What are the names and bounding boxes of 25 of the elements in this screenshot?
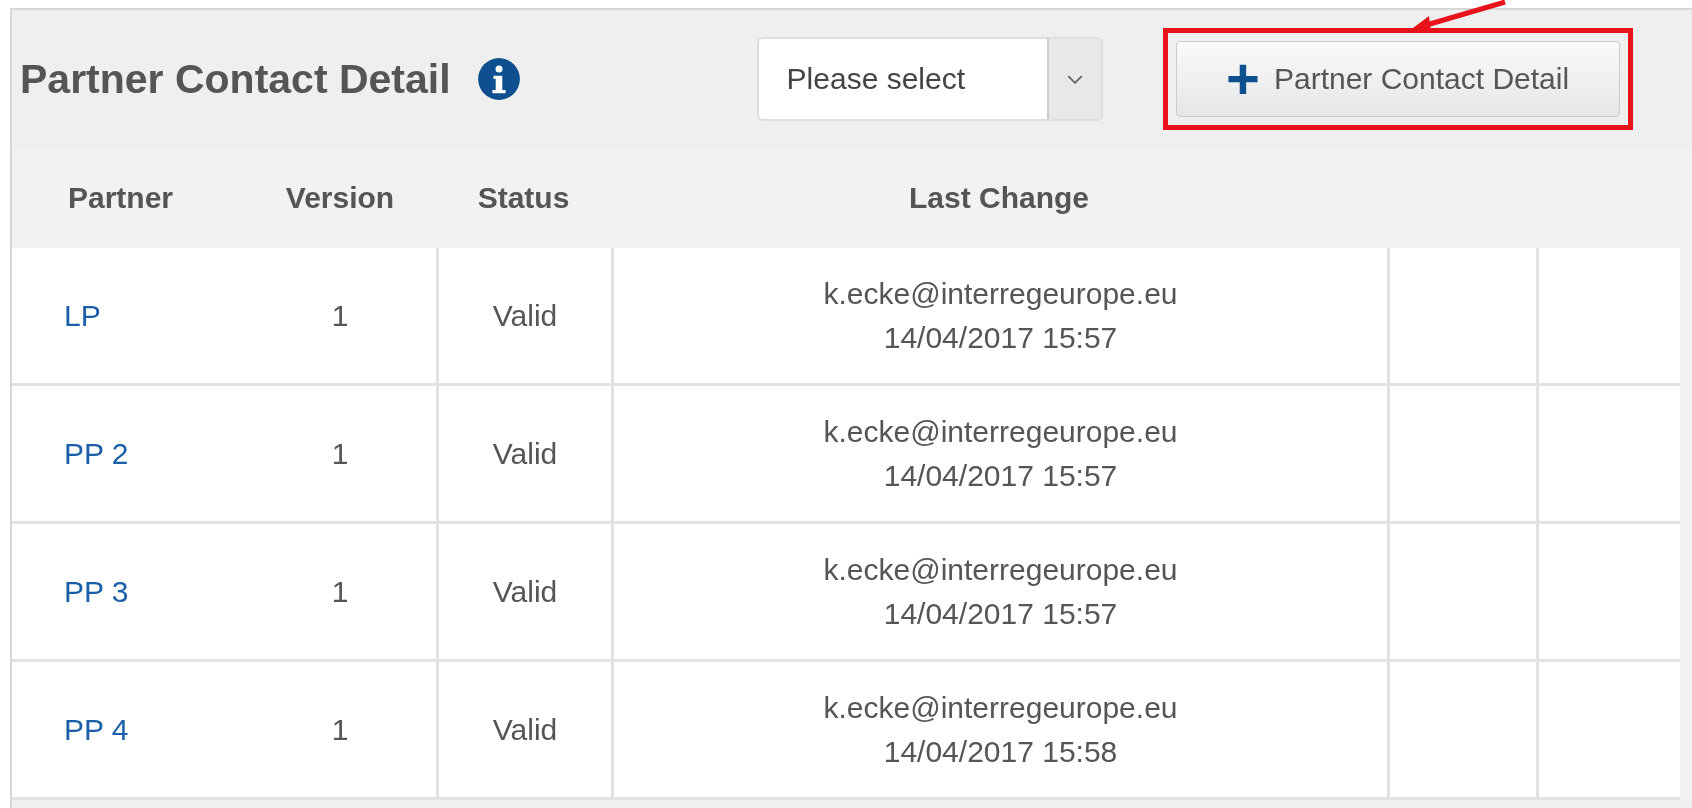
table-cell: Valid bbox=[492, 712, 558, 747]
column-header: Last Change bbox=[908, 180, 1090, 216]
info-icon bbox=[476, 57, 521, 101]
partner-link[interactable]: PP 3 bbox=[64, 574, 129, 609]
table-cell: 1 bbox=[331, 712, 349, 747]
table-cell: 1 bbox=[331, 574, 349, 609]
table-cell: Valid bbox=[492, 574, 558, 609]
panel-title: Partner Contact Detail bbox=[20, 55, 451, 103]
column-header: Partner bbox=[67, 180, 175, 216]
table-cell-text: k.ecke@interregeurope.eu 14/04/2017 15:57 bbox=[823, 276, 1178, 356]
table-cell: Valid bbox=[492, 298, 558, 333]
table-cell: 1 bbox=[331, 436, 349, 471]
table-cell-text: k.ecke@interregeurope.eu 14/04/2017 15:57 bbox=[823, 414, 1178, 494]
table-cell: Valid bbox=[492, 436, 558, 471]
partner-link[interactable]: PP 2 bbox=[64, 436, 129, 471]
table-cell: 1 bbox=[331, 298, 349, 333]
table-cell-text: k.ecke@interregeurope.eu 14/04/2017 15:58 bbox=[823, 690, 1178, 770]
add-partner-contact-button[interactable]: + Partner Contact Detail bbox=[1175, 41, 1620, 117]
select-dropdown[interactable]: Please select bbox=[756, 37, 1103, 121]
column-header: Status bbox=[476, 180, 571, 216]
caret-icon bbox=[1066, 74, 1083, 84]
partner-link[interactable]: PP 4 bbox=[64, 712, 129, 747]
table-cell-text: k.ecke@interregeurope.eu 14/04/2017 15:57 bbox=[823, 552, 1178, 632]
partner-link[interactable]: LP bbox=[64, 298, 101, 333]
column-header: Version bbox=[284, 180, 396, 216]
